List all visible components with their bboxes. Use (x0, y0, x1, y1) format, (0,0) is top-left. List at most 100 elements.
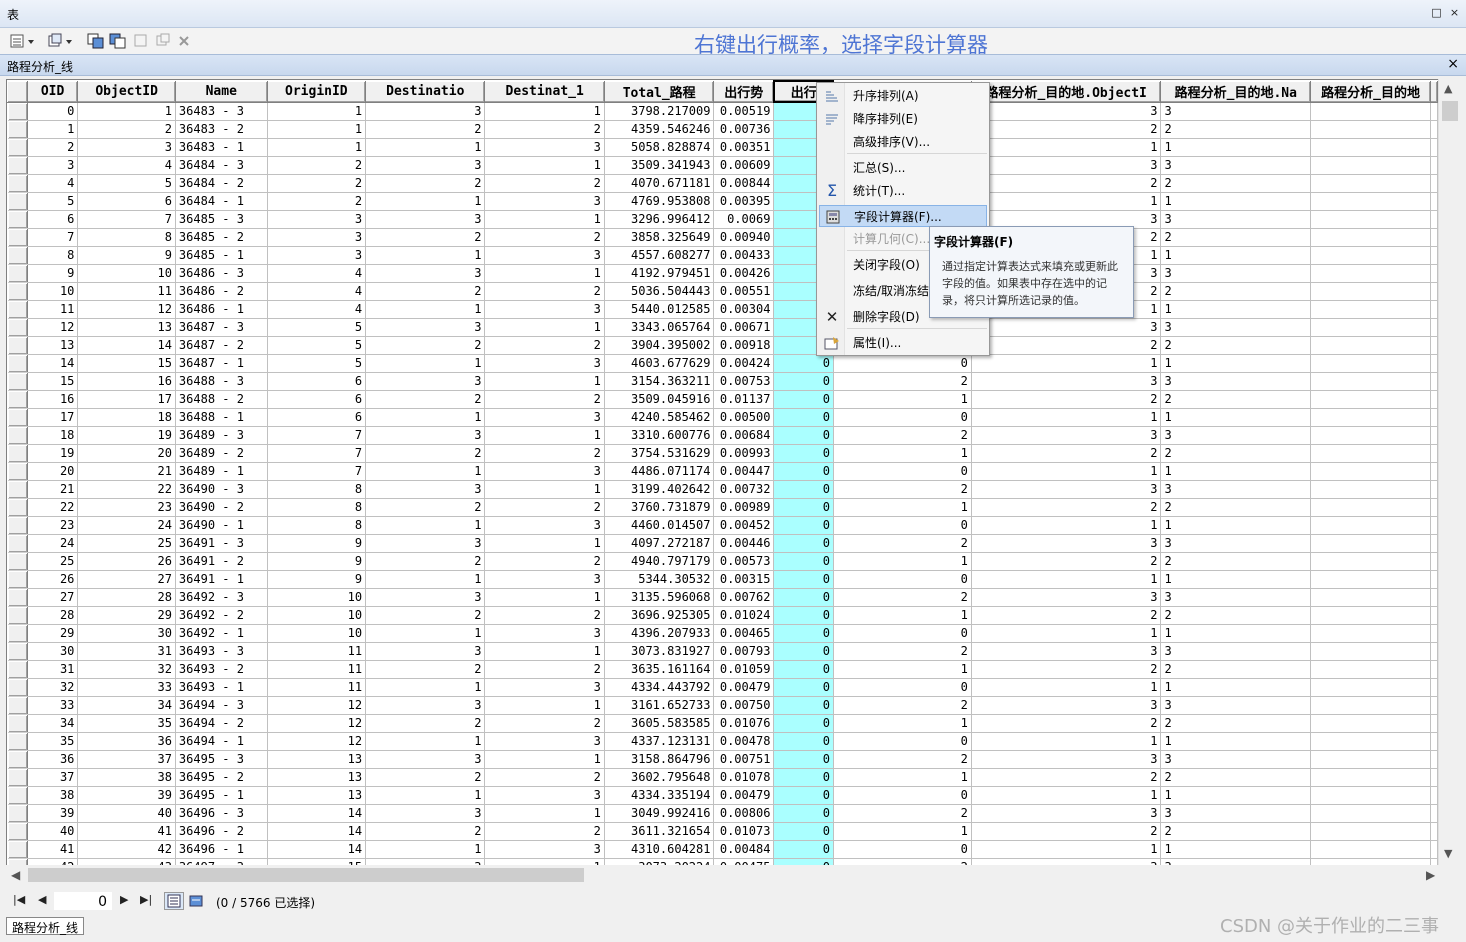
table-cell[interactable]: 1 (1160, 300, 1312, 319)
table-cell[interactable]: 1 (484, 750, 605, 769)
table-cell[interactable]: 1 (833, 822, 972, 841)
table-cell[interactable]: 0 (773, 642, 834, 661)
table-cell[interactable]: 2 (267, 174, 367, 193)
table-cell[interactable]: 0 (773, 372, 834, 391)
table-cell[interactable]: 25 (27, 552, 79, 571)
table-cell[interactable]: 16 (77, 372, 176, 391)
table-cell[interactable]: 3 (484, 786, 605, 805)
row-selector[interactable] (7, 228, 28, 247)
table-cell[interactable]: 2 (365, 174, 486, 193)
table-cell[interactable]: 3 (971, 156, 1162, 175)
table-cell[interactable]: 0 (833, 732, 972, 751)
row-selector[interactable] (7, 696, 28, 715)
table-cell[interactable]: 36487 - 2 (175, 336, 268, 355)
table-cell[interactable] (1310, 786, 1431, 805)
table-cell[interactable]: 2 (1160, 768, 1312, 787)
table-cell[interactable]: 8 (267, 480, 367, 499)
table-cell[interactable]: 3 (267, 228, 367, 247)
table-row[interactable]: 91036486 - 34314192.9794510.004260233 (7, 264, 1438, 283)
table-cell[interactable]: 1 (1160, 786, 1312, 805)
table-cell[interactable]: 6 (27, 210, 79, 229)
row-selector[interactable] (7, 534, 28, 553)
table-cell[interactable]: 1 (484, 210, 605, 229)
restore-button[interactable]: □ (1430, 7, 1443, 20)
table-row[interactable]: 17 18 36488 - 1 6 1 3 4240.585462 0.00500 0 0 1 1 (7, 408, 1438, 427)
table-cell[interactable]: 3296.996412 (604, 210, 715, 229)
show-selected-records-button[interactable] (186, 892, 206, 910)
table-cell[interactable]: 1 (484, 534, 605, 553)
table-cell[interactable] (1310, 426, 1431, 445)
table-cell[interactable]: 9 (267, 570, 367, 589)
table-cell[interactable]: 1 (365, 138, 486, 157)
table-cell[interactable] (1310, 444, 1431, 463)
menu-item[interactable]: 字段计算器(F)... (819, 205, 987, 227)
table-cell[interactable] (1310, 696, 1431, 715)
row-selector[interactable] (7, 156, 28, 175)
table-cell[interactable]: 36483 - 2 (175, 120, 268, 139)
related-tables-button[interactable] (46, 32, 76, 50)
table-cell[interactable]: 2 (1160, 120, 1312, 139)
table-cell[interactable]: 36484 - 2 (175, 174, 268, 193)
next-record-icon[interactable]: ▶ (120, 893, 128, 906)
table-cell[interactable]: 2 (1160, 714, 1312, 733)
table-cell[interactable] (1310, 228, 1431, 247)
table-cell[interactable]: 3 (365, 102, 486, 121)
table-cell[interactable]: 2 (971, 768, 1162, 787)
table-row[interactable]: 28 29 36492 - 2 10 2 2 3696.925305 0.01024 0 1 2 2 (7, 606, 1438, 625)
table-cell[interactable] (1310, 588, 1431, 607)
table-cell[interactable]: 35 (77, 714, 176, 733)
table-cell[interactable]: 26 (27, 570, 79, 589)
table-cell[interactable]: 2 (365, 768, 486, 787)
table-cell[interactable]: 18 (77, 408, 176, 427)
table-cell[interactable]: 3602.795648 (604, 768, 715, 787)
table-cell[interactable]: 1 (484, 480, 605, 499)
table-cell[interactable]: 14 (267, 804, 367, 823)
table-cell[interactable]: 5 (267, 354, 367, 373)
table-cell[interactable]: 2 (484, 822, 605, 841)
table-cell[interactable]: 3 (484, 138, 605, 157)
table-cell[interactable]: 3635.161164 (604, 660, 715, 679)
table-cell[interactable]: 32 (27, 678, 79, 697)
table-cell[interactable]: 4192.979451 (604, 264, 715, 283)
table-cell[interactable] (1310, 210, 1431, 229)
table-row[interactable]: 21 22 36490 - 3 8 3 1 3199.402642 0.00732 0 2 3 3 (7, 480, 1438, 499)
table-cell[interactable]: 2 (971, 444, 1162, 463)
table-cell[interactable]: 4769.953808 (604, 192, 715, 211)
table-cell[interactable]: 36491 - 1 (175, 570, 268, 589)
table-cell[interactable]: 30 (27, 642, 79, 661)
table-cell[interactable]: 3161.652733 (604, 696, 715, 715)
table-cell[interactable]: 0.00351 (713, 138, 775, 157)
table-cell[interactable]: 3 (971, 426, 1162, 445)
table-cell[interactable]: 3 (1160, 426, 1312, 445)
table-cell[interactable]: 3760.731879 (604, 498, 715, 517)
table-cell[interactable]: 2 (971, 390, 1162, 409)
table-cell[interactable]: 4 (267, 264, 367, 283)
table-cell[interactable]: 3343.065764 (604, 318, 715, 337)
table-cell[interactable]: 3 (365, 750, 486, 769)
table-cell[interactable]: 1 (365, 192, 486, 211)
table-row[interactable]: 22 23 36490 - 2 8 2 2 3760.731879 0.00989 0 1 2 2 (7, 498, 1438, 517)
table-cell[interactable]: 36 (77, 732, 176, 751)
table-cell[interactable]: 0 (773, 534, 834, 553)
table-row[interactable]: 2336483 - 11135058.8288740.003510011 (7, 138, 1438, 157)
table-cell[interactable]: 36486 - 2 (175, 282, 268, 301)
table-cell[interactable] (1310, 102, 1431, 121)
table-cell[interactable]: 11 (77, 282, 176, 301)
table-cell[interactable]: 36488 - 1 (175, 408, 268, 427)
table-row[interactable]: 121336487 - 35313343.0657640.006710233 (7, 318, 1438, 337)
table-cell[interactable]: 18 (27, 426, 79, 445)
table-cell[interactable]: 26 (77, 552, 176, 571)
table-row[interactable]: 8936485 - 13134557.6082770.004330011 (7, 246, 1438, 265)
table-cell[interactable]: 11 (267, 660, 367, 679)
table-cell[interactable]: 2 (1160, 444, 1312, 463)
table-cell[interactable]: 4 (267, 300, 367, 319)
column-header[interactable]: Total_路程 (603, 80, 715, 103)
table-cell[interactable]: 3 (484, 462, 605, 481)
table-cell[interactable]: 0.00424 (713, 354, 775, 373)
table-cell[interactable] (1310, 318, 1431, 337)
row-selector[interactable] (7, 336, 28, 355)
table-cell[interactable]: 2 (1160, 552, 1312, 571)
table-cell[interactable]: 2 (365, 606, 486, 625)
row-selector[interactable] (7, 300, 28, 319)
table-cell[interactable]: 36496 - 3 (175, 804, 268, 823)
